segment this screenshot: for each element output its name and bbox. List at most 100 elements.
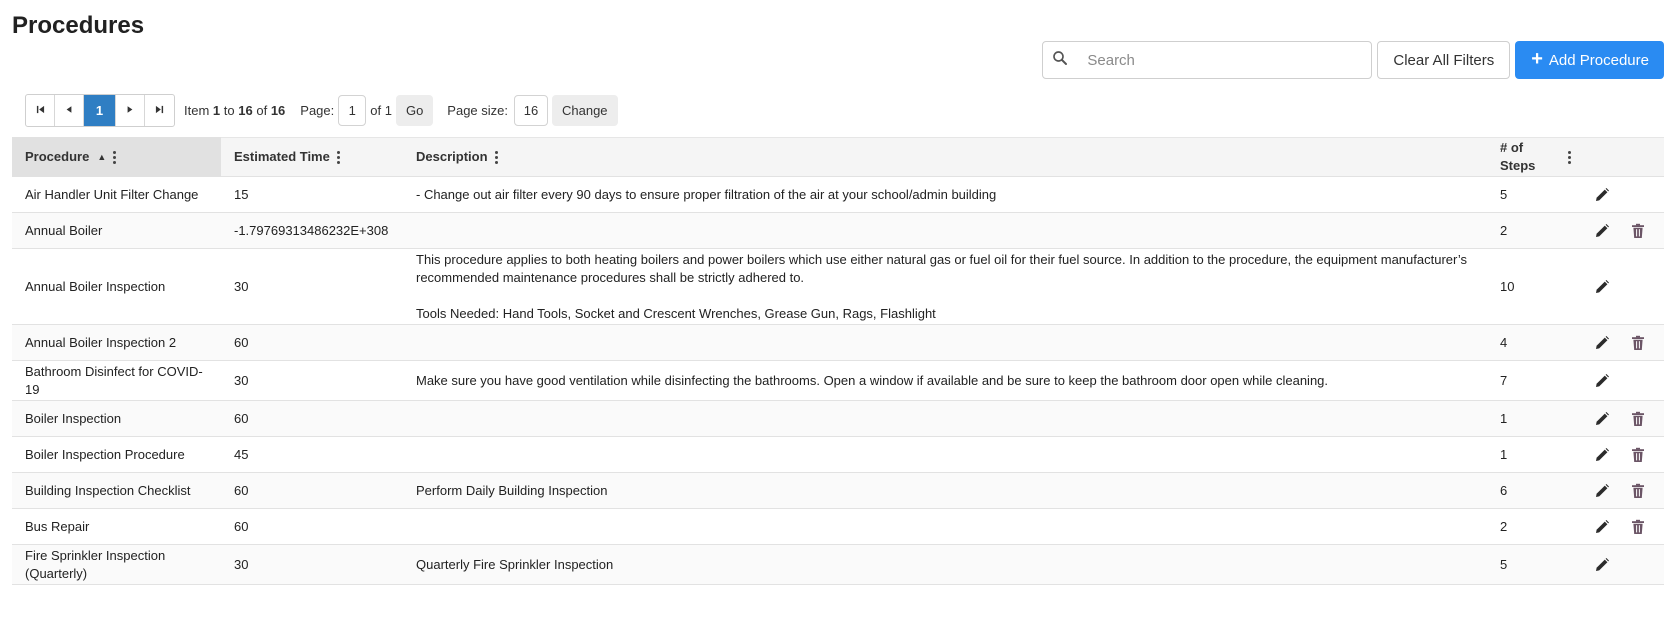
- column-menu-icon[interactable]: [113, 150, 117, 164]
- column-header-steps[interactable]: # of Steps: [1487, 137, 1584, 177]
- table-row[interactable]: Boiler Inspection 60 1: [12, 401, 1664, 437]
- column-menu-icon[interactable]: [1568, 150, 1571, 164]
- edit-button[interactable]: [1584, 473, 1620, 509]
- delete-button[interactable]: [1620, 437, 1656, 473]
- table-row[interactable]: Annual Boiler Inspection 2 60 4: [12, 325, 1664, 361]
- edit-button[interactable]: [1584, 401, 1620, 437]
- procedure-name: Annual Boiler: [25, 222, 103, 238]
- estimated-time-cell: 15: [221, 186, 403, 204]
- column-label-steps: # of Steps: [1500, 140, 1536, 173]
- table-row[interactable]: Boiler Inspection Procedure 45 1: [12, 437, 1664, 473]
- description-paragraph: This procedure applies to both heating b…: [416, 251, 1467, 285]
- actions-cell: [1584, 473, 1664, 509]
- procedure-cell: Bathroom Disinfect for COVID-19: [12, 363, 221, 399]
- clear-all-filters-button[interactable]: Clear All Filters: [1377, 41, 1511, 79]
- next-page-button[interactable]: [116, 95, 145, 126]
- estimated-time-cell: 60: [221, 518, 403, 536]
- description-text: Perform Daily Building Inspection: [416, 482, 607, 500]
- procedure-cell: Annual Boiler: [12, 222, 221, 240]
- procedure-cell: Bus Repair: [12, 518, 221, 536]
- step-count: 2: [1500, 222, 1508, 238]
- step-count: 5: [1500, 556, 1508, 572]
- pager-nav: 1: [25, 94, 175, 127]
- table-row[interactable]: Bathroom Disinfect for COVID-19 30 Make su…: [12, 361, 1664, 401]
- delete-button[interactable]: [1620, 213, 1656, 249]
- procedure-cell: Annual Boiler Inspection 2: [12, 334, 221, 352]
- page-number-button[interactable]: 1: [84, 95, 116, 126]
- edit-button[interactable]: [1584, 547, 1620, 583]
- change-page-size-button[interactable]: Change: [552, 95, 618, 126]
- actions-cell: [1584, 363, 1664, 399]
- description-cell: - Change out air filter every 90 days to…: [403, 186, 1487, 204]
- last-page-button[interactable]: [145, 95, 174, 126]
- edit-button[interactable]: [1584, 509, 1620, 545]
- procedure-name: Annual Boiler Inspection 2: [25, 334, 177, 350]
- column-menu-icon[interactable]: [336, 150, 340, 164]
- delete-button[interactable]: [1620, 509, 1656, 545]
- step-count: 5: [1500, 186, 1508, 202]
- trash-icon: [1630, 483, 1646, 499]
- procedure-name: Bus Repair: [25, 518, 90, 534]
- delete-button[interactable]: [1620, 401, 1656, 437]
- page-size-input[interactable]: 16: [514, 95, 548, 126]
- pencil-icon: [1594, 373, 1610, 389]
- pencil-icon: [1594, 187, 1610, 203]
- steps-cell: 5: [1487, 186, 1584, 204]
- first-page-button[interactable]: [26, 95, 55, 126]
- trash-icon: [1630, 411, 1646, 427]
- actions-cell: [1584, 509, 1664, 545]
- table-row[interactable]: Building Inspection Checklist 60 Perform D…: [12, 473, 1664, 509]
- table-row[interactable]: Annual Boiler Inspection 30 This procedure…: [12, 249, 1664, 325]
- step-count: 10: [1500, 278, 1515, 294]
- table-row[interactable]: Fire Sprinkler Inspection (Quarterly) 30 Q…: [12, 545, 1664, 585]
- estimated-time: 60: [234, 518, 249, 534]
- column-header-procedure[interactable]: Procedure ▲: [12, 137, 221, 177]
- estimated-time: 15: [234, 186, 249, 202]
- estimated-time: 60: [234, 410, 249, 426]
- delete-button[interactable]: [1620, 473, 1656, 509]
- column-menu-icon[interactable]: [494, 150, 498, 164]
- search-input[interactable]: [1087, 51, 1372, 69]
- steps-cell: 2: [1487, 222, 1584, 240]
- steps-cell: 1: [1487, 446, 1584, 464]
- edit-button[interactable]: [1584, 325, 1620, 361]
- search-box[interactable]: [1042, 41, 1373, 79]
- procedure-cell: Fire Sprinkler Inspection (Quarterly): [12, 547, 221, 583]
- estimated-time-cell: 60: [221, 482, 403, 500]
- table-row[interactable]: Bus Repair 60 2: [12, 509, 1664, 545]
- plus-icon: +: [1531, 48, 1543, 70]
- edit-button[interactable]: [1584, 363, 1620, 399]
- actions-cell: [1584, 325, 1664, 361]
- delete-button[interactable]: [1620, 325, 1656, 361]
- steps-cell: 1: [1487, 410, 1584, 428]
- column-header-time[interactable]: Estimated Time: [221, 137, 403, 177]
- pager: 1 Item 1 to 16 of 16 Page: 1 of 1 Go Pag…: [25, 94, 618, 127]
- description-cell: Make sure you have good ventilation whil…: [403, 372, 1487, 390]
- step-count: 6: [1500, 482, 1508, 498]
- page-number-input[interactable]: 1: [338, 95, 367, 126]
- search-icon: [1051, 49, 1069, 72]
- actions-cell: [1584, 547, 1664, 583]
- add-procedure-button[interactable]: + Add Procedure: [1515, 41, 1664, 79]
- edit-button[interactable]: [1584, 213, 1620, 249]
- grid-header: Procedure ▲ Estimated Time Description #…: [12, 137, 1664, 177]
- estimated-time-cell: 60: [221, 334, 403, 352]
- description-text: Quarterly Fire Sprinkler Inspection: [416, 556, 613, 574]
- steps-cell: 2: [1487, 518, 1584, 536]
- table-row[interactable]: Annual Boiler -1.79769313486232E+308 2: [12, 213, 1664, 249]
- estimated-time-cell: 30: [221, 278, 403, 296]
- edit-button[interactable]: [1584, 269, 1620, 305]
- table-row[interactable]: Air Handler Unit Filter Change 15 - Change…: [12, 177, 1664, 213]
- estimated-time: 60: [234, 482, 249, 498]
- edit-button[interactable]: [1584, 437, 1620, 473]
- prev-page-button[interactable]: [55, 95, 84, 126]
- edit-button[interactable]: [1584, 177, 1620, 213]
- go-button[interactable]: Go: [395, 95, 434, 126]
- description-text: Make sure you have good ventilation whil…: [416, 372, 1328, 390]
- actions-cell: [1584, 213, 1664, 249]
- description-cell: Quarterly Fire Sprinkler Inspection: [403, 556, 1487, 574]
- column-header-description[interactable]: Description: [403, 137, 1487, 177]
- last-page-icon: [155, 105, 164, 116]
- procedure-name: Bathroom Disinfect for COVID-19: [25, 363, 203, 397]
- pencil-icon: [1594, 279, 1610, 295]
